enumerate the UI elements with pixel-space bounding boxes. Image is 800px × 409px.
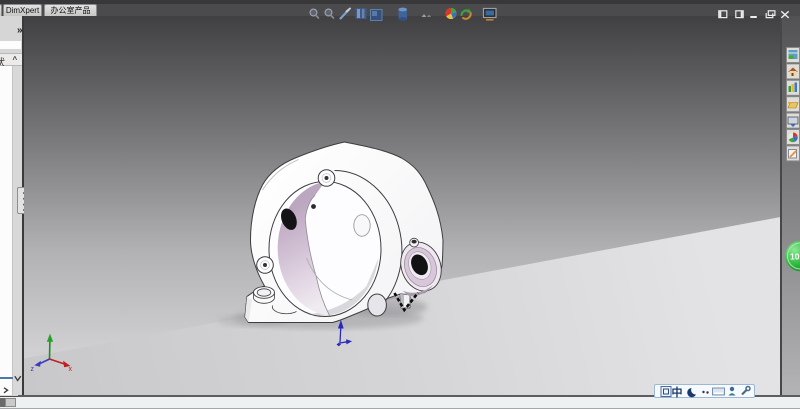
svg-text:z: z (30, 366, 34, 373)
svg-text:10: 10 (790, 252, 800, 262)
svg-text:中: 中 (672, 385, 683, 399)
svg-text:x: x (68, 366, 72, 373)
